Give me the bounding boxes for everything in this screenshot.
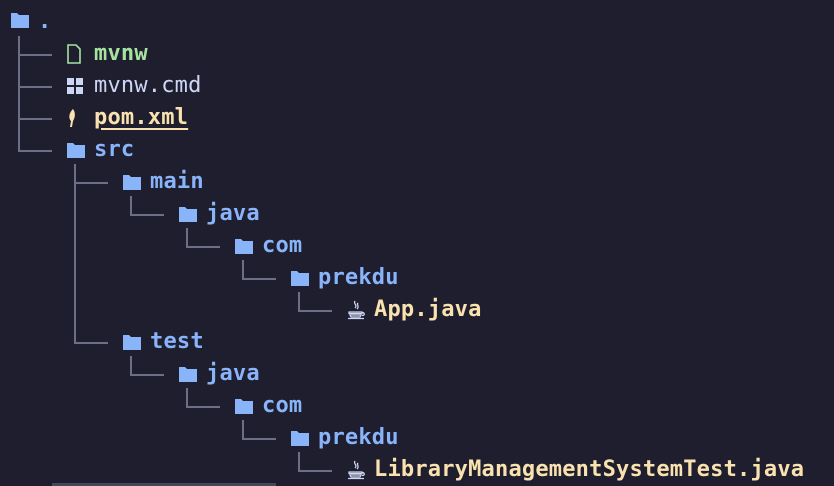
tree-connector-vertical [242,420,244,440]
tree-connector-horizontal [18,54,52,56]
tree-connector-vertical [74,164,76,344]
tree-item-label: java [206,361,260,386]
tree-item-label: java [206,201,260,226]
tree-connector-horizontal [130,374,164,376]
file-icon [66,44,86,64]
java-icon [346,300,366,320]
tree-connector-vertical [242,260,244,280]
folder-icon [122,332,142,352]
tree-connector-horizontal [298,470,332,472]
tree-connector-horizontal [242,278,276,280]
folder-icon [11,13,29,28]
folder-icon [234,236,254,256]
java-icon [346,460,366,480]
tree-connector-vertical [298,452,300,472]
tree-item-label: prekdu [318,265,399,290]
tree-connector-vertical [130,356,132,376]
tree-item-label: prekdu [318,425,399,450]
tree-connector-horizontal [186,406,220,408]
tree-item-label: LibraryManagementSystemTest.java [374,457,805,482]
tree-item-label: pom.xml [94,105,189,130]
folder-icon [122,172,142,192]
tree-connector-horizontal [130,214,164,216]
tree-connector-vertical [186,388,188,408]
tree-connector-vertical [298,292,300,312]
folder-icon [290,268,310,288]
tree-connector-horizontal [74,342,108,344]
tree-item-label: test [150,329,204,354]
tree-item-label: mvnw.cmd [94,73,202,98]
tree-item-label: com [262,233,303,258]
folder-icon [178,364,198,384]
tree-connector-horizontal [18,150,52,152]
tree-connector-horizontal [18,118,52,120]
tree-connector-vertical [130,196,132,216]
maven-icon [66,108,86,128]
tree-item-label: App.java [374,297,482,322]
tree-connector-horizontal [298,310,332,312]
tree-item-label: mvnw [94,41,148,66]
tree-item-label: src [94,137,135,162]
tree-connector-horizontal [74,182,108,184]
tree-root-label: . [38,9,52,34]
tree-item-label: main [150,169,204,194]
folder-icon [234,396,254,416]
file-tree: . mvnw mvnw.cmd pom.xml src main java com prekd… [0,0,834,486]
tree-connector-horizontal [242,438,276,440]
tree-connector-vertical [186,228,188,248]
folder-icon [66,140,86,160]
windows-icon [66,76,86,96]
tree-connector-vertical [18,36,20,152]
tree-connector-horizontal [18,86,52,88]
tree-connector-horizontal [186,246,220,248]
tree-item-label: com [262,393,303,418]
folder-icon [290,428,310,448]
folder-icon [178,204,198,224]
